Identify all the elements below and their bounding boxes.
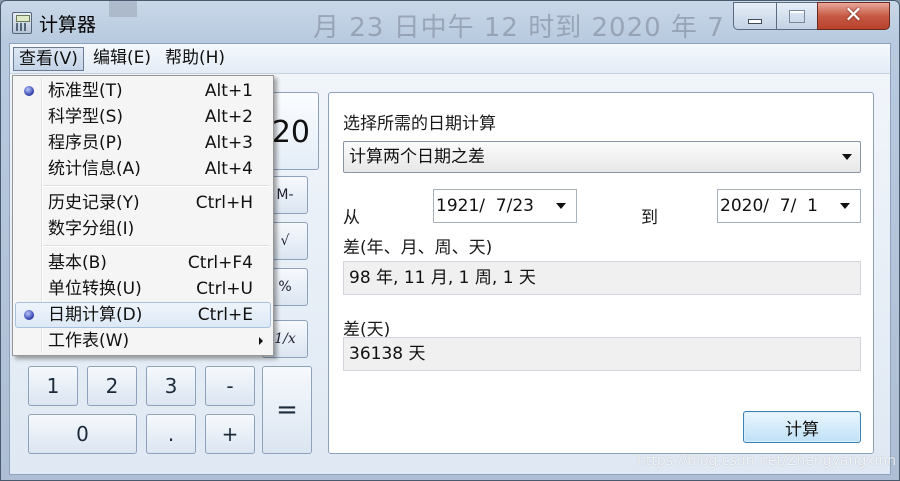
menu-item-standard[interactable]: 标准型(T) Alt+1 [15, 78, 271, 104]
menu-item-digit-grouping[interactable]: 数字分组(I) [15, 216, 271, 242]
window-title: 计算器 [39, 14, 97, 36]
decimal-button[interactable]: . [146, 414, 196, 454]
radio-selected-icon [24, 310, 34, 320]
menu-item-statistics[interactable]: 统计信息(A) Alt+4 [15, 156, 271, 182]
close-button[interactable]: ✕ [817, 2, 890, 30]
key-3[interactable]: 3 [146, 366, 196, 406]
calculate-button[interactable]: 计算 [743, 411, 861, 443]
menu-item-label: 程序员(P) [48, 133, 123, 153]
menu-item-label: 日期计算(D) [48, 305, 143, 325]
menu-item-scientific[interactable]: 科学型(S) Alt+2 [15, 104, 271, 130]
to-date-picker[interactable]: 2020/ 7/ 1 [717, 189, 861, 223]
menu-item-shortcut: Ctrl+E [197, 305, 253, 325]
calculator-window: 月 23 日中午 12 时到 2020 年 7 计算器 ✕ 查看(V) 编辑(E… [0, 0, 900, 481]
menu-item-label: 历史记录(Y) [48, 193, 140, 213]
key-0[interactable]: 0 [28, 414, 137, 454]
maximize-icon [789, 9, 805, 23]
date-calculation-panel: 选择所需的日期计算 计算两个日期之差 从 1921/ 7/23 到 2020/ … [328, 92, 874, 454]
minimize-button[interactable] [733, 2, 777, 30]
menu-item-label: 基本(B) [48, 253, 107, 273]
menu-item-label: 数字分组(I) [48, 219, 135, 239]
menu-item-shortcut: Alt+3 [204, 133, 253, 153]
menu-item-label: 科学型(S) [48, 107, 124, 127]
menu-view[interactable]: 查看(V) [13, 47, 84, 71]
menu-item-shortcut: Ctrl+F4 [187, 253, 253, 273]
menu-bar: 查看(V) 编辑(E) 帮助(H) [10, 44, 890, 74]
menu-item-history[interactable]: 历史记录(Y) Ctrl+H [15, 190, 271, 216]
from-date-picker[interactable]: 1921/ 7/23 [433, 189, 577, 223]
date-panel-heading: 选择所需的日期计算 [343, 114, 496, 134]
menu-item-shortcut: Ctrl+U [196, 279, 253, 299]
to-label: 到 [641, 208, 658, 228]
key-1[interactable]: 1 [28, 366, 78, 406]
from-label: 从 [343, 208, 360, 228]
calculation-mode-select[interactable]: 计算两个日期之差 [343, 141, 861, 173]
minimize-icon [748, 18, 762, 24]
from-date-value: 1921/ 7/23 [436, 196, 534, 216]
to-date-value: 2020/ 7/ 1 [720, 196, 818, 216]
minus-button[interactable]: - [205, 366, 255, 406]
menu-separator [43, 185, 269, 186]
days-difference-result: 36138 天 [343, 337, 861, 371]
menu-item-label: 标准型(T) [48, 81, 123, 101]
menu-item-shortcut: Alt+4 [204, 159, 253, 179]
difference-result: 98 年, 11 月, 1 周, 1 天 [343, 261, 861, 295]
maximize-button[interactable] [776, 2, 818, 30]
display-value: 20 [271, 115, 310, 150]
chevron-down-icon [842, 154, 852, 160]
menu-item-programmer[interactable]: 程序员(P) Alt+3 [15, 130, 271, 156]
watermark: https://blog.csdn.net/Zhengyangxinn [637, 453, 897, 469]
menu-item-shortcut: Ctrl+H [195, 193, 253, 213]
menu-help[interactable]: 帮助(H) [160, 47, 230, 71]
menu-item-label: 统计信息(A) [48, 159, 141, 179]
menu-item-shortcut: Alt+2 [204, 107, 253, 127]
key-2[interactable]: 2 [87, 366, 137, 406]
chevron-down-icon [840, 203, 850, 209]
menu-item-unit-conversion[interactable]: 单位转换(U) Ctrl+U [15, 276, 271, 302]
close-icon: ✕ [844, 3, 863, 28]
menu-item-date-calculation[interactable]: 日期计算(D) Ctrl+E [15, 302, 271, 328]
menu-separator [43, 245, 269, 246]
plus-button[interactable]: + [205, 414, 255, 454]
submenu-arrow-icon [259, 337, 263, 345]
menu-edit[interactable]: 编辑(E) [88, 47, 156, 71]
equals-button[interactable]: = [262, 366, 312, 454]
title-bar[interactable]: 计算器 ✕ [1, 1, 899, 41]
radio-selected-icon [24, 86, 34, 96]
menu-item-basic[interactable]: 基本(B) Ctrl+F4 [15, 250, 271, 276]
chevron-down-icon [556, 203, 566, 209]
difference-label: 差(年、月、周、天) [343, 238, 493, 258]
view-menu-dropdown: 标准型(T) Alt+1 科学型(S) Alt+2 程序员(P) Alt+3 统… [12, 75, 274, 356]
calculation-mode-value: 计算两个日期之差 [349, 147, 485, 167]
menu-item-label: 单位转换(U) [48, 279, 142, 299]
calculator-app-icon[interactable] [12, 12, 32, 34]
menu-item-shortcut: Alt+1 [204, 81, 253, 101]
menu-item-worksheets[interactable]: 工作表(W) [15, 328, 271, 354]
menu-item-label: 工作表(W) [48, 331, 130, 351]
